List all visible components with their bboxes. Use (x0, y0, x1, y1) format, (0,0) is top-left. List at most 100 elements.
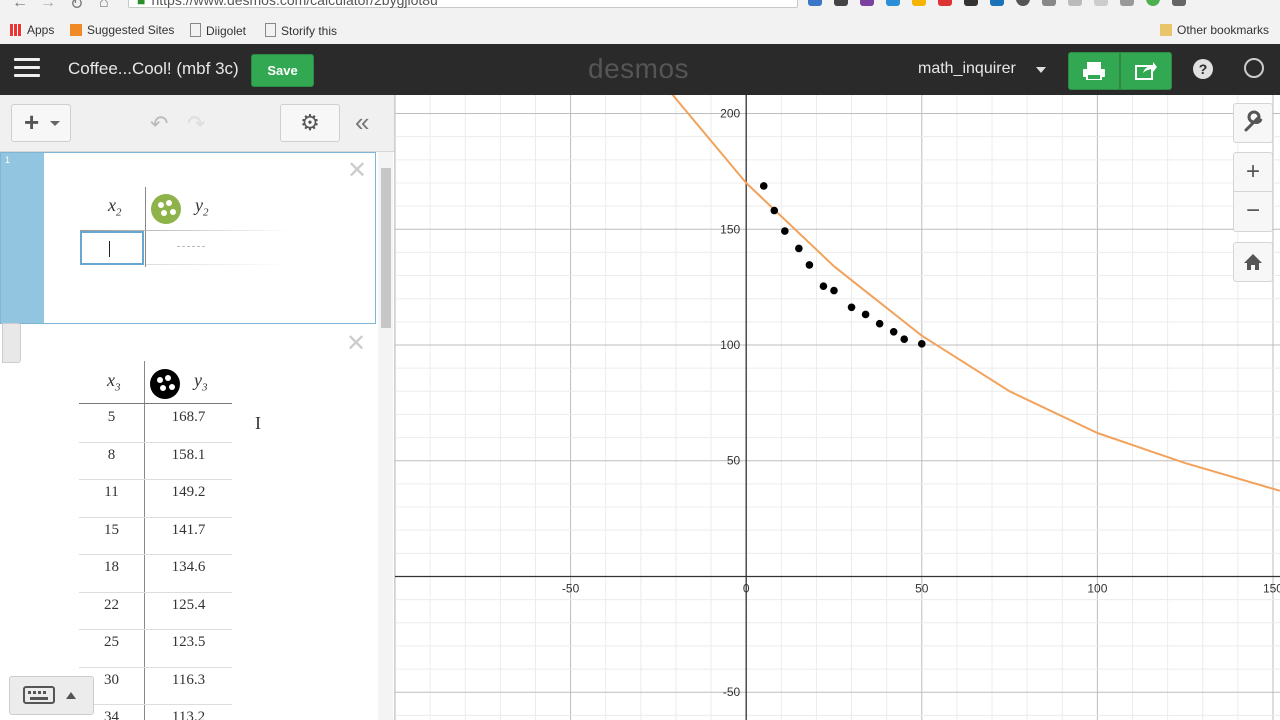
table-cell[interactable]: 149.2 (145, 484, 232, 501)
apps-icon (10, 24, 22, 36)
data-point (805, 261, 814, 269)
header-var: x (108, 195, 116, 215)
collapse-panel-icon[interactable]: « (355, 107, 369, 138)
graph-paper[interactable]: -50 0 50 100 150 200 150 100 50 -50 (395, 95, 1280, 720)
graph-settings-button[interactable] (1233, 103, 1273, 143)
table-cell-input[interactable] (80, 231, 144, 265)
graph-title[interactable]: Coffee...Cool! (mbf 3c) (68, 59, 239, 79)
graph-canvas[interactable]: -50 0 50 100 150 200 150 100 50 -50 (395, 95, 1280, 720)
table-cell[interactable]: 8 (79, 447, 144, 464)
app-header: Coffee...Cool! (mbf 3c) Save desmos math… (0, 44, 1280, 95)
other-bookmarks[interactable]: Other bookmarks (1160, 23, 1269, 37)
expression-tab[interactable]: 1 (1, 153, 44, 323)
table-cell[interactable]: 123.5 (145, 634, 232, 651)
browser-chrome: ← → ↻ ⌂ ■ https://www.desmos.com/calculat… (0, 0, 1280, 45)
expression-table-1[interactable]: 1 ✕ x2 y2 (0, 152, 376, 324)
table-header-y[interactable]: y2 (195, 195, 209, 219)
close-icon[interactable]: ✕ (346, 332, 366, 356)
extension-icon[interactable] (1016, 0, 1030, 6)
point-style-icon[interactable] (150, 369, 180, 399)
table-cell[interactable]: 116.3 (145, 672, 232, 689)
data-point (781, 227, 789, 235)
extension-icon[interactable] (834, 0, 848, 6)
home-icon (1244, 254, 1262, 270)
print-icon (1083, 62, 1105, 80)
header-sub: 3 (202, 381, 208, 394)
undo-icon[interactable]: ↶ (150, 111, 168, 137)
bookmark-suggested-sites[interactable]: Suggested Sites (70, 23, 174, 37)
table-cell[interactable]: 11 (79, 484, 144, 501)
table-cell[interactable]: 168.7 (145, 409, 232, 426)
table-cell[interactable]: 25 (79, 634, 144, 651)
default-zoom-button[interactable] (1233, 242, 1273, 282)
extension-icon[interactable] (886, 0, 900, 6)
scrollbar[interactable] (378, 152, 393, 720)
bookmark-label: Diigolet (206, 24, 247, 38)
lock-icon: ■ (137, 0, 146, 8)
home-icon[interactable]: ⌂ (99, 0, 109, 12)
table-header-y[interactable]: y3 (194, 370, 208, 394)
table-row-divider (79, 479, 232, 480)
extension-icon[interactable] (808, 0, 822, 6)
point-style-icon[interactable] (151, 194, 181, 224)
zoom-in-button[interactable]: + (1233, 152, 1273, 192)
share-button[interactable] (1120, 52, 1172, 90)
bookmark-storify[interactable]: Storify this (265, 23, 337, 38)
keyboard-toggle-button[interactable] (9, 676, 94, 715)
bookmark-diigolet[interactable]: Diigolet (190, 23, 246, 38)
extension-icon[interactable] (1146, 0, 1160, 6)
extension-icon[interactable] (1094, 0, 1108, 6)
help-icon[interactable]: ? (1193, 59, 1213, 79)
table-cell[interactable]: 5 (79, 409, 144, 426)
back-icon[interactable]: ← (12, 0, 28, 12)
table-cell[interactable]: 134.6 (145, 559, 232, 576)
extension-icon[interactable] (964, 0, 978, 6)
drive-icon[interactable] (912, 0, 926, 6)
table-cell[interactable]: 125.4 (145, 597, 232, 614)
text-cursor (109, 241, 110, 257)
table-cell[interactable]: 18 (79, 559, 144, 576)
forward-icon[interactable]: → (40, 0, 56, 12)
table-cell[interactable]: 141.7 (145, 522, 232, 539)
panel-resize-handle[interactable] (2, 323, 21, 363)
redo-icon[interactable]: ↷ (187, 111, 205, 137)
add-item-button[interactable]: + (11, 104, 71, 142)
table-header-x[interactable]: x3 (107, 370, 121, 394)
print-button[interactable] (1068, 52, 1120, 90)
table-cell[interactable]: 158.1 (145, 447, 232, 464)
extension-icon[interactable] (1068, 0, 1082, 6)
data-point (830, 286, 838, 295)
extension-icon[interactable] (938, 0, 952, 6)
table-cell[interactable]: 113.2 (145, 709, 232, 720)
qr-icon[interactable] (1042, 0, 1056, 6)
chrome-menu-icon[interactable] (1172, 0, 1186, 6)
chevron-down-icon[interactable] (1036, 67, 1046, 73)
save-button[interactable]: Save (251, 54, 314, 87)
hamburger-menu-icon[interactable] (14, 58, 40, 80)
table-row-divider (79, 441, 232, 443)
expression-index: 1 (5, 155, 11, 165)
settings-button[interactable]: ⚙ (280, 104, 340, 142)
url-bar[interactable]: ■ https://www.desmos.com/calculator/2bygj… (128, 0, 798, 8)
bookmark-label: Apps (27, 23, 55, 37)
data-point (795, 244, 803, 253)
y-tick-label: 200 (720, 107, 740, 121)
reload-icon[interactable]: ↻ (70, 0, 83, 14)
close-icon[interactable]: ✕ (347, 159, 367, 183)
bookmark-apps[interactable]: Apps (10, 23, 54, 37)
extension-icon[interactable] (860, 0, 874, 6)
extension-icons (808, 0, 1198, 8)
extension-icon[interactable] (1120, 0, 1134, 6)
globe-icon[interactable] (1244, 58, 1264, 78)
user-menu[interactable]: math_inquirer (918, 60, 1016, 78)
header-sub: 2 (116, 206, 122, 219)
table-cell[interactable]: 22 (79, 597, 144, 614)
extension-icon[interactable] (990, 0, 1004, 6)
expression-table-2[interactable]: ✕ x3 y3 5 168.7 8 158.1 11 149.2 15 141.7 18 134.… (0, 324, 376, 720)
bookmark-label: Suggested Sites (87, 23, 175, 37)
zoom-out-button[interactable]: − (1233, 192, 1273, 232)
table-header-x[interactable]: x2 (108, 195, 122, 219)
table-cell[interactable]: 15 (79, 522, 144, 539)
empty-cell-placeholder[interactable] (177, 246, 205, 247)
scrollbar-thumb[interactable] (381, 168, 391, 328)
